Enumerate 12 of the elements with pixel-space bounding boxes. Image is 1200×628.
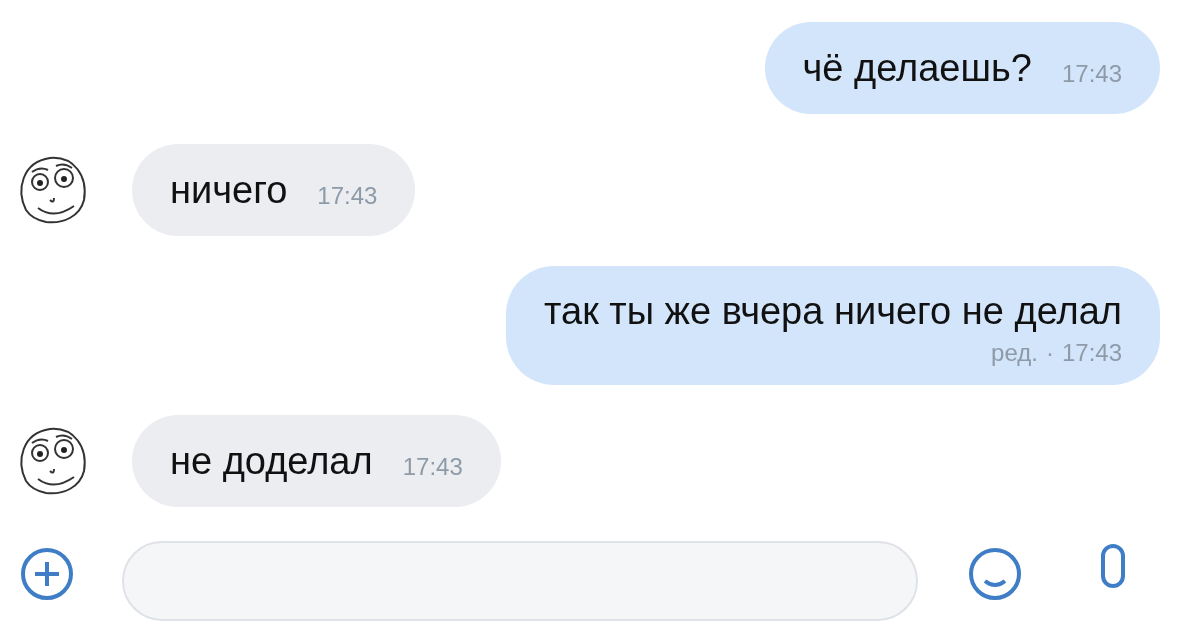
edited-label: ред.	[991, 339, 1038, 367]
separator-dot: ·	[1045, 339, 1054, 367]
message-time: 17:43	[317, 182, 378, 210]
add-icon[interactable]	[20, 547, 74, 601]
smile-icon[interactable]	[968, 547, 1022, 601]
message-text: так ты же вчера ничего не делал	[544, 290, 1122, 333]
message-text: чё делаешь?	[802, 46, 1032, 90]
message-text: ничего	[170, 168, 288, 212]
message-time: 17:43	[1061, 60, 1122, 88]
message-time: 17:43	[402, 453, 463, 481]
message-text: не доделал	[170, 439, 373, 483]
message-time: 17:43	[1061, 339, 1122, 367]
